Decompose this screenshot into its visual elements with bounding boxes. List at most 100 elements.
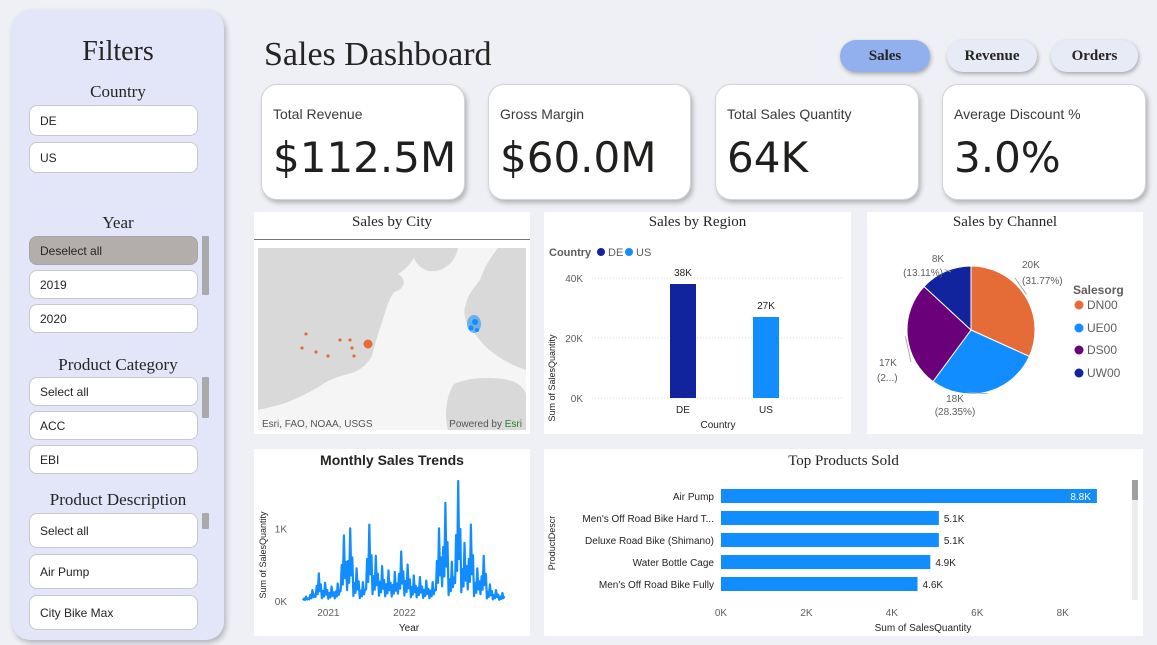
- trend-x-tick-label: 2022: [393, 608, 416, 619]
- trend-y-axis-title: Sum of SalesQuantity: [258, 511, 268, 599]
- tab-revenue[interactable]: Revenue: [947, 40, 1037, 72]
- map-powered-by: Powered by Esri: [449, 419, 522, 430]
- year-option-2019[interactable]: 2019: [29, 270, 198, 299]
- legend-label-ds00: DS00: [1087, 343, 1117, 357]
- legend-marker-dn00: [1074, 300, 1084, 310]
- legend-marker-us: [625, 248, 633, 256]
- us-city-dot: [326, 354, 330, 358]
- map-title-divider: [254, 239, 530, 240]
- us-city-dot: [350, 346, 354, 350]
- kpi-label: Average Discount %: [954, 106, 1081, 122]
- product-category-label: Men's Off Road Bike Hard T...: [582, 514, 714, 525]
- category-option-select-all[interactable]: Select all: [29, 377, 198, 406]
- sales-by-city-map-visual: Sales by City Esri, FAO, NOAA, USGS Powe…: [254, 212, 530, 434]
- de-city-dot: [475, 328, 479, 332]
- legend-label-de: DE: [608, 247, 623, 259]
- kpi-label: Total Sales Quantity: [727, 106, 852, 122]
- products-x-tick-label: 6K: [971, 608, 984, 619]
- description-option-air-pump[interactable]: Air Pump: [29, 554, 198, 589]
- products-x-tick-label: 0K: [715, 608, 728, 619]
- region-x-tick-label: DE: [676, 405, 690, 416]
- year-option-deselect-all[interactable]: Deselect all: [29, 236, 198, 265]
- legend-label-uw00: UW00: [1087, 366, 1121, 380]
- monthly-sales-trends-visual: Monthly Sales Trends Sum of SalesQuantit…: [254, 449, 530, 636]
- region-bar-us[interactable]: [753, 317, 779, 398]
- product-bar[interactable]: [721, 489, 1097, 503]
- map-canvas[interactable]: [258, 248, 526, 430]
- us-city-dot: [304, 332, 308, 336]
- trend-series-line[interactable]: [301, 479, 506, 601]
- pie-plot-area: 20K (31.77%) 18K (28.35%) 17K (2...) 8K (13.11%…: [877, 254, 1063, 418]
- region-bar-data-label: 27K: [757, 301, 775, 312]
- region-y-axis-title: Sum of SalesQuantity: [547, 334, 557, 422]
- filters-title: Filters: [82, 36, 154, 67]
- product-bar[interactable]: [721, 533, 939, 547]
- us-city-dot: [300, 346, 304, 350]
- pie-data-label: 17K: [879, 358, 897, 369]
- country-option-us[interactable]: US: [29, 142, 198, 173]
- country-option-de[interactable]: DE: [29, 105, 198, 136]
- product-bar-data-label: 5.1K: [944, 536, 965, 547]
- kpi-value: $112.5M: [273, 133, 457, 182]
- year-option-2020[interactable]: 2020: [29, 304, 198, 333]
- map-attribution: Esri, FAO, NOAA, USGS: [262, 419, 373, 430]
- kpi-card-average-discount: Average Discount % 3.0%: [942, 84, 1146, 200]
- category-slicer-scrollbar[interactable]: [202, 377, 209, 418]
- kpi-label: Total Revenue: [273, 106, 363, 122]
- pie-percent-label: (31.77%): [1022, 276, 1063, 287]
- pie-data-label: 20K: [1022, 260, 1040, 271]
- region-y-tick-label: 40K: [565, 274, 583, 285]
- region-legend-title: Country: [549, 247, 592, 259]
- products-y-axis-title: ProductDescr: [547, 516, 557, 571]
- category-option-acc[interactable]: ACC: [29, 411, 198, 440]
- trend-x-axis-title: Year: [399, 623, 420, 634]
- trend-y-tick-label: 1K: [275, 524, 288, 535]
- product-category-label: Deluxe Road Bike (Shimano): [585, 536, 714, 547]
- esri-link[interactable]: Esri: [505, 419, 522, 430]
- category-option-ebi[interactable]: EBI: [29, 445, 198, 474]
- channel-legend: DN00 UE00 DS00 UW00: [1074, 298, 1121, 380]
- us-city-dot: [348, 338, 352, 342]
- product-bar-data-label: 4.9K: [935, 558, 956, 569]
- kpi-value: $60.0M: [500, 133, 657, 182]
- kpi-label: Gross Margin: [500, 106, 585, 122]
- product-bar-data-label: 8.8K: [1070, 492, 1091, 503]
- description-option-select-all[interactable]: Select all: [29, 513, 198, 548]
- legend-marker-ue00: [1074, 323, 1084, 333]
- description-slicer-scrollbar[interactable]: [202, 513, 209, 529]
- legend-marker-ds00: [1074, 345, 1084, 355]
- channel-legend-title: Salesorg: [1073, 283, 1124, 297]
- region-y-tick-label: 20K: [565, 334, 583, 345]
- products-x-tick-label: 8K: [1057, 608, 1070, 619]
- year-slicer-scrollbar[interactable]: [202, 236, 209, 295]
- trend-plot-area: 0K 1K 2021 2022: [275, 479, 506, 619]
- description-slicer-title: Product Description: [49, 490, 187, 509]
- region-bar-de[interactable]: [670, 284, 696, 398]
- us-city-dot: [314, 350, 318, 354]
- legend-marker-uw00: [1074, 368, 1084, 378]
- product-bar-data-label: 5.1K: [944, 514, 965, 525]
- tab-sales[interactable]: Sales: [840, 40, 930, 72]
- product-bar[interactable]: [721, 577, 918, 591]
- us-city-dot: [352, 354, 356, 358]
- product-bar[interactable]: [721, 511, 939, 525]
- pie-data-label: 8K: [932, 254, 945, 265]
- description-option-city-bike-max[interactable]: City Bike Max: [29, 595, 198, 630]
- de-city-dot: [468, 325, 474, 331]
- products-plot-area: Air Pump 8.8K Men's Off Road Bike Hard T..…: [582, 489, 1097, 619]
- tab-orders[interactable]: Orders: [1051, 40, 1138, 72]
- trend-y-tick-label: 0K: [275, 597, 288, 608]
- products-x-tick-label: 2K: [800, 608, 813, 619]
- products-scroll-thumb[interactable]: [1132, 480, 1138, 500]
- products-x-tick-label: 4K: [886, 608, 899, 619]
- product-category-label: Men's Off Road Bike Fully: [599, 580, 714, 591]
- product-bar[interactable]: [721, 555, 931, 569]
- region-chart-svg: Country DE US Sum of SalesQuantity Count…: [547, 247, 844, 431]
- us-city-dot: [363, 339, 373, 349]
- product-category-label: Air Pump: [673, 492, 715, 503]
- sales-by-channel-visual: Sales by Channel 20K (31.77%) 18K (28.35%) 1…: [867, 212, 1143, 434]
- trend-x-tick-label: 2021: [317, 608, 340, 619]
- top-products-visual: Top Products Sold ProductDescr Sum of Sa…: [544, 449, 1143, 636]
- product-category-label: Water Bottle Cage: [633, 558, 715, 569]
- country-slicer-title: Country: [90, 82, 146, 101]
